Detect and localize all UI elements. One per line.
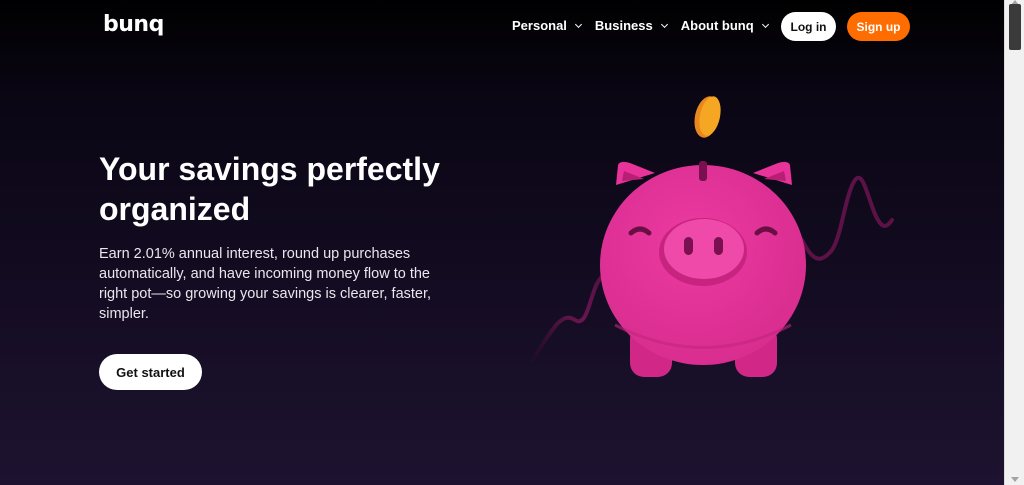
hero-description: Earn 2.01% annual interest, round up pur… xyxy=(99,246,432,322)
nav-item-personal[interactable]: Personal xyxy=(512,18,582,33)
page: bunq Personal Business About bunq Log in… xyxy=(0,0,1004,485)
scrollbar[interactable] xyxy=(1004,0,1024,485)
nav-item-about[interactable]: About bunq xyxy=(680,18,769,33)
logo[interactable]: bunq xyxy=(103,12,164,37)
nav-item-business[interactable]: Business xyxy=(594,18,668,33)
hero-title: Your savings perfectly organized xyxy=(99,151,440,227)
scrollbar-thumb[interactable] xyxy=(1009,4,1021,50)
chevron-down-icon xyxy=(660,20,668,28)
nav-item-label: Personal xyxy=(512,18,567,33)
get-started-button[interactable]: Get started xyxy=(99,354,202,390)
nav-item-label: Business xyxy=(594,18,653,33)
chevron-down-icon xyxy=(761,20,769,28)
main-nav: Personal Business About bunq xyxy=(512,18,769,33)
login-button[interactable]: Log in xyxy=(781,12,836,41)
signup-button[interactable]: Sign up xyxy=(847,12,910,41)
piggy-bank-illustration xyxy=(520,85,920,395)
nav-item-label: About bunq xyxy=(680,18,754,33)
chevron-down-icon xyxy=(574,20,582,28)
coin-icon xyxy=(694,96,721,138)
scroll-down-icon[interactable] xyxy=(1011,477,1019,482)
piggy-bank-icon xyxy=(530,96,894,377)
